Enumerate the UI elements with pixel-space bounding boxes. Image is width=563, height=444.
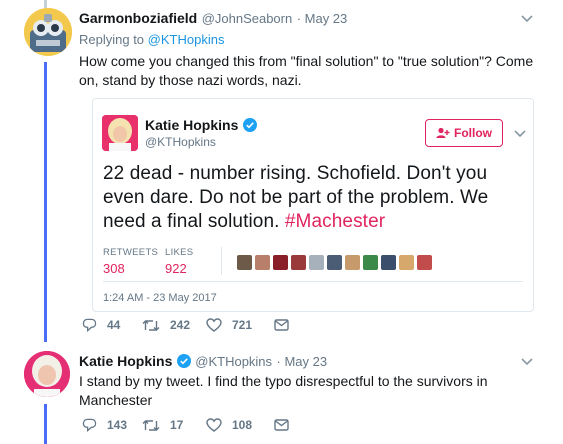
retweet-icon — [142, 319, 160, 331]
quoted-divider — [103, 281, 523, 282]
liker-avatar[interactable] — [291, 255, 306, 270]
tweet2-text: I stand by my tweet. I find the typo dis… — [79, 373, 488, 408]
liker-avatar[interactable] — [273, 255, 288, 270]
quoted-chevron-down-icon[interactable] — [514, 125, 526, 141]
quoted-tweet-text: 22 dead - number rising. Schofield. Don'… — [103, 162, 528, 234]
liker-avatar[interactable] — [417, 255, 432, 270]
tweet2-message-button[interactable] — [274, 419, 299, 431]
verified-badge-icon — [242, 118, 257, 132]
quoted-handle[interactable]: @KTHopkins — [145, 135, 216, 149]
tweet1-like-count: 721 — [232, 318, 253, 332]
tweet1-actions: 44 242 721 — [82, 318, 299, 332]
liker-avatar[interactable] — [345, 255, 360, 270]
tweet1-replying-to: Replying to @KTHopkins — [79, 32, 224, 47]
tweet2-retweet-count: 17 — [170, 418, 184, 432]
stats-divider — [221, 247, 222, 275]
retweet-icon — [142, 419, 160, 431]
reply-icon — [82, 418, 97, 432]
tweet2-like-count: 108 — [232, 418, 253, 432]
tweet2-header: Katie Hopkins @KTHopkins · May 23 — [79, 353, 327, 371]
follow-button[interactable]: Follow — [425, 119, 503, 147]
likes-stat[interactable]: LIKES 922 — [165, 247, 193, 276]
avatar-katie-hopkins[interactable] — [24, 351, 70, 397]
like-icon — [206, 418, 222, 432]
follow-label: Follow — [454, 126, 492, 140]
tweet1-message-button[interactable] — [274, 319, 299, 331]
quoted-tweet-card[interactable]: Katie Hopkins @KTHopkins Follow 22 dead … — [92, 98, 534, 312]
tweet2-chevron-down-icon[interactable] — [521, 353, 533, 369]
tweet2-reply-count: 143 — [107, 418, 128, 432]
liker-avatar[interactable] — [399, 255, 414, 270]
likes-label: LIKES — [165, 247, 194, 258]
message-icon — [274, 319, 289, 331]
thread-line-bottom — [44, 404, 47, 444]
tweet1-reply-count: 44 — [107, 318, 121, 332]
katie-portrait-icon — [24, 351, 70, 397]
avatar-katie-hopkins-quoted[interactable] — [102, 115, 138, 151]
katie-portrait-icon — [102, 115, 138, 151]
tweet2-reply-button[interactable]: 143 — [82, 418, 142, 432]
tweet1-header: Garmonboziafield @JohnSeaborn · May 23 — [79, 10, 347, 28]
liker-avatar[interactable] — [327, 255, 342, 270]
liker-avatar[interactable] — [237, 255, 252, 270]
tweet1-like-button[interactable]: 721 — [206, 318, 274, 332]
robot-avatar-icon — [24, 8, 72, 56]
liker-avatar[interactable] — [381, 255, 396, 270]
tweet1-display-name[interactable]: Garmonboziafield — [79, 10, 197, 26]
avatar-garmonboziafield[interactable] — [24, 8, 72, 56]
tweet1-text: How come you changed this from "final so… — [79, 53, 534, 88]
quoted-hashtag-link[interactable]: #Machester — [285, 211, 385, 232]
tweet2-handle[interactable]: @KTHopkins — [195, 354, 272, 369]
tweet1-handle[interactable]: @JohnSeaborn — [202, 11, 293, 26]
quoted-timestamp[interactable]: 1:24 AM - 23 May 2017 — [103, 292, 217, 304]
follow-person-icon — [436, 127, 450, 138]
like-icon — [206, 318, 222, 332]
liker-avatar[interactable] — [309, 255, 324, 270]
reply-icon — [82, 318, 97, 332]
retweets-stat[interactable]: RETWEETS 308 — [103, 247, 158, 276]
tweet1-retweet-count: 242 — [170, 318, 191, 332]
quoted-name-row: Katie Hopkins — [145, 117, 257, 135]
liker-avatar[interactable] — [255, 255, 270, 270]
quoted-display-name[interactable]: Katie Hopkins — [145, 117, 238, 133]
tweet1-retweet-button[interactable]: 242 — [142, 318, 206, 332]
verified-badge-icon — [176, 354, 191, 368]
thread-line-top — [44, 0, 47, 8]
liker-avatar[interactable] — [363, 255, 378, 270]
replying-handle-link[interactable]: @KTHopkins — [148, 32, 225, 47]
message-icon — [274, 419, 289, 431]
likes-count: 922 — [165, 261, 187, 276]
tweet1-date[interactable]: · May 23 — [297, 11, 348, 26]
tweet2-like-button[interactable]: 108 — [206, 418, 274, 432]
tweet2-date[interactable]: · May 23 — [277, 354, 328, 369]
tweet2-retweet-button[interactable]: 17 — [142, 418, 206, 432]
tweet2-actions: 143 17 108 — [82, 418, 299, 432]
tweet1-chevron-down-icon[interactable] — [521, 10, 533, 26]
tweet2-display-name[interactable]: Katie Hopkins — [79, 353, 172, 369]
replying-prefix: Replying to — [79, 32, 145, 47]
tweet1-reply-button[interactable]: 44 — [82, 318, 142, 332]
retweets-label: RETWEETS — [103, 247, 159, 258]
thread-line-middle — [44, 62, 47, 342]
retweets-count: 308 — [103, 261, 125, 276]
